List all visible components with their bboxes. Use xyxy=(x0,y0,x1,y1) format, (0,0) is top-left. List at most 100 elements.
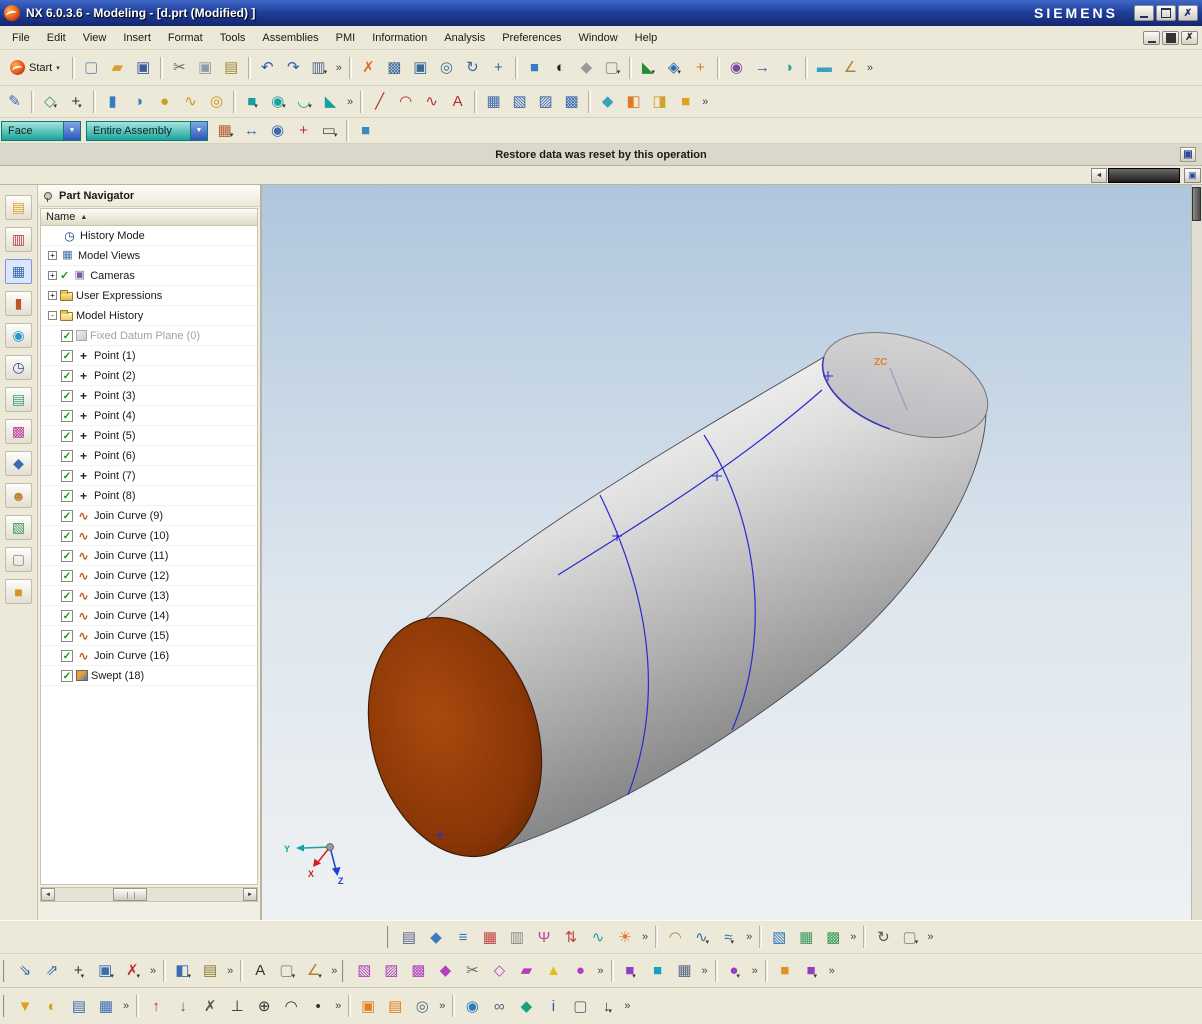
offset-surface-icon[interactable]: ◨ xyxy=(647,89,672,114)
save-icon[interactable]: ▣ xyxy=(131,55,156,80)
new-icon[interactable]: ▢ xyxy=(79,55,104,80)
tree-item-point-5[interactable]: Point (5) xyxy=(41,426,257,446)
dropdown-arrow-icon[interactable]: ▾ xyxy=(651,69,655,79)
i-form-icon[interactable]: ▨ xyxy=(378,958,404,984)
menu-view[interactable]: View xyxy=(75,28,115,48)
tree-item-history-mode[interactable]: History Mode xyxy=(41,226,257,246)
dropdown-arrow-icon[interactable]: ▾ xyxy=(282,103,286,113)
vector-up-icon[interactable]: ↑ xyxy=(143,993,169,1019)
datum-plane-icon[interactable]: ◇▾ xyxy=(38,89,63,114)
rotate-view-icon[interactable]: ↻ xyxy=(460,55,485,80)
navigator-scroll-thumb[interactable] xyxy=(113,888,147,901)
shaded-icon[interactable]: ■ xyxy=(522,55,547,80)
feature-tools-icon[interactable]: ■▾ xyxy=(799,958,825,984)
face-analysis-icon[interactable]: ◆ xyxy=(574,55,599,80)
n-sided-surface-icon[interactable]: ▩ xyxy=(559,89,584,114)
section-analysis-icon[interactable]: ▤ xyxy=(396,924,422,950)
system-materials-icon[interactable]: ▤ xyxy=(5,387,32,412)
link-geometry-icon[interactable]: ∞ xyxy=(486,993,512,1019)
toolbar-grip[interactable] xyxy=(3,995,8,1017)
dropdown-arrow-icon[interactable]: ▾ xyxy=(254,103,258,113)
tree-item-join-curve-12[interactable]: Join Curve (12) xyxy=(41,566,257,586)
toolbar-overflow-button[interactable]: » xyxy=(436,1000,448,1012)
fit-surface-icon[interactable]: ■ xyxy=(645,958,671,984)
snip-surface-icon[interactable]: ✂ xyxy=(459,958,485,984)
wizards-icon[interactable]: ◆ xyxy=(5,451,32,476)
select-rect-icon[interactable]: ▭▾ xyxy=(317,118,342,143)
reuse-library-icon[interactable]: ▮ xyxy=(5,291,32,316)
dropdown-arrow-icon[interactable]: ▾ xyxy=(292,973,296,983)
tree-item-point-2[interactable]: Point (2) xyxy=(41,366,257,386)
angle-dimension-icon[interactable]: ∠▾ xyxy=(301,958,327,984)
selection-scope-combo[interactable]: Entire Assembly xyxy=(86,121,208,141)
toolbar-overflow-button[interactable]: » xyxy=(594,965,606,977)
dropdown-arrow-icon[interactable]: ▾ xyxy=(736,973,740,983)
show-hide-icon[interactable]: ◉ xyxy=(724,55,749,80)
tube-icon[interactable]: ◎ xyxy=(204,89,229,114)
graphics-vscrollbar[interactable] xyxy=(1191,185,1202,920)
reflection-analysis-icon[interactable]: ◆ xyxy=(423,924,449,950)
toolbar-overflow-button[interactable]: » xyxy=(344,96,356,108)
menu-insert[interactable]: Insert xyxy=(115,28,159,48)
tree-item-point-1[interactable]: Point (1) xyxy=(41,346,257,366)
toolbar-overflow-button[interactable]: » xyxy=(924,931,936,943)
perpendicular-snap-icon[interactable]: ⊥ xyxy=(224,993,250,1019)
dropdown-arrow-icon[interactable]: ▾ xyxy=(730,939,734,949)
dropdown-arrow-icon[interactable]: ▾ xyxy=(617,69,621,79)
examine-geometry-icon[interactable]: ◎ xyxy=(409,993,435,1019)
feature-checkbox[interactable] xyxy=(61,570,73,582)
unite-icon[interactable]: ◉▾ xyxy=(266,89,291,114)
tangent-snap-icon[interactable]: ◠ xyxy=(278,993,304,1019)
roles-icon[interactable]: ☻ xyxy=(5,483,32,508)
dynamic-rotate-icon[interactable]: ↻ xyxy=(870,924,896,950)
dropdown-arrow-icon[interactable]: ▾ xyxy=(81,973,85,983)
pin-icon[interactable] xyxy=(43,191,53,201)
feature-checkbox[interactable] xyxy=(61,590,73,602)
resize-face-icon[interactable]: ◧▾ xyxy=(170,958,196,984)
feature-checkbox[interactable] xyxy=(61,670,73,682)
tree-item-swept-18[interactable]: Swept (18) xyxy=(41,666,257,686)
restore-button[interactable] xyxy=(1156,5,1176,21)
surface-deform-icon[interactable]: ◇ xyxy=(486,958,512,984)
feature-checkbox[interactable] xyxy=(61,330,73,342)
tree-item-fixed-datum-plane-0[interactable]: Fixed Datum Plane (0) xyxy=(41,326,257,346)
feature-checkbox[interactable] xyxy=(61,430,73,442)
x-form-icon[interactable]: ▧ xyxy=(351,958,377,984)
internet-explorer-icon[interactable]: ◉ xyxy=(5,323,32,348)
dropdown-arrow-icon[interactable]: ▾ xyxy=(706,939,710,949)
snap-point-icon[interactable]: ▦▾ xyxy=(213,118,238,143)
feature-checkbox[interactable] xyxy=(61,470,73,482)
user-tools-icon[interactable]: ■ xyxy=(5,579,32,604)
tree-item-join-curve-16[interactable]: Join Curve (16) xyxy=(41,646,257,666)
extrude-icon[interactable]: ▮ xyxy=(100,89,125,114)
screen-icon[interactable]: ▣ xyxy=(1180,147,1196,162)
paste-feature-icon[interactable]: ▤ xyxy=(197,958,223,984)
midpoint-snap-icon[interactable]: • xyxy=(305,993,331,1019)
dropdown-arrow-icon[interactable]: ▾ xyxy=(308,103,312,113)
text-icon[interactable]: A xyxy=(247,958,273,984)
feature-checkbox[interactable] xyxy=(61,530,73,542)
mdi-restore-button[interactable] xyxy=(1162,31,1179,45)
sphere-analysis-icon[interactable]: ●▾ xyxy=(722,958,748,984)
surface-tools-icon[interactable]: ■▾ xyxy=(618,958,644,984)
measure-distance-icon[interactable]: ▬ xyxy=(812,55,837,80)
redo-icon[interactable]: ↷ xyxy=(281,55,306,80)
swept-surface-icon[interactable]: ▧ xyxy=(507,89,532,114)
global-shaping-icon[interactable]: ▰ xyxy=(513,958,539,984)
tree-item-point-3[interactable]: Point (3) xyxy=(41,386,257,406)
analysis-tools-icon[interactable]: ▢▾ xyxy=(897,924,923,950)
name-column-header[interactable]: Name ▲ xyxy=(40,208,258,226)
combo-arrow-icon[interactable] xyxy=(190,122,207,140)
layer-settings-icon[interactable]: ▤ xyxy=(66,993,92,1019)
region-tool-icon[interactable]: ▤ xyxy=(382,993,408,1019)
navigator-hscrollbar[interactable] xyxy=(40,887,258,902)
toolbar-grip[interactable] xyxy=(342,960,347,982)
toolbar-overflow-button[interactable]: » xyxy=(328,965,340,977)
menu-information[interactable]: Information xyxy=(364,28,435,48)
toolbar-grip[interactable] xyxy=(3,960,8,982)
fit-view-icon[interactable]: ▣ xyxy=(408,55,433,80)
toolbar-overflow-button[interactable]: » xyxy=(147,965,159,977)
history-icon[interactable]: ◷ xyxy=(5,355,32,380)
feature-checkbox[interactable] xyxy=(61,450,73,462)
tree-item-user-expressions[interactable]: +User Expressions xyxy=(41,286,257,306)
